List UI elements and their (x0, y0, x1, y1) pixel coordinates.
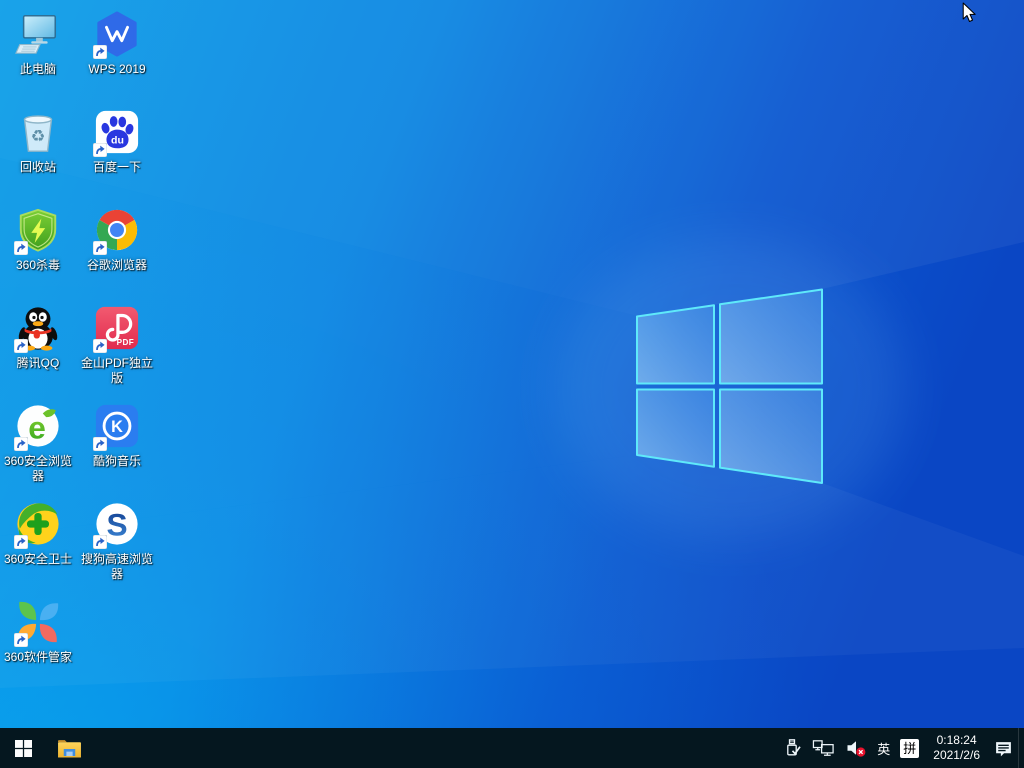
svg-text:e: e (28, 409, 46, 445)
svg-text:K: K (111, 418, 123, 436)
clock-date: 2021/2/6 (933, 748, 980, 763)
kingsoft-pdf-icon: PDF (93, 305, 141, 353)
kugou-music-icon: K (93, 403, 141, 451)
desktop-icon-tencent-qq[interactable]: 腾讯QQ (0, 304, 76, 371)
shortcut-arrow-icon (93, 241, 107, 255)
desktop-icon-kugou-music[interactable]: K 酷狗音乐 (78, 402, 156, 469)
network-icon[interactable] (807, 728, 840, 768)
clock-time: 0:18:24 (937, 733, 977, 748)
desktop-icon-label: 搜狗高速浏览器 (78, 552, 156, 582)
shortcut-arrow-icon (93, 143, 107, 157)
desktop-icon-chrome[interactable]: 谷歌浏览器 (78, 206, 156, 273)
desktop-icon-label: 金山PDF独立版 (78, 356, 156, 386)
desktop-icon-label: 酷狗音乐 (78, 454, 156, 469)
360-safeguard-icon (14, 501, 62, 549)
svg-text:PDF: PDF (117, 338, 135, 347)
desktop-icon-this-pc[interactable]: 此电脑 (0, 10, 76, 77)
desktop-icon-label: 谷歌浏览器 (78, 258, 156, 273)
shortcut-arrow-icon (14, 535, 28, 549)
desktop-icon-label: WPS 2019 (78, 62, 156, 77)
desktop-icon-label: 腾讯QQ (0, 356, 76, 371)
shortcut-arrow-icon (93, 45, 107, 59)
360-secure-browser-icon: e (14, 403, 62, 451)
desktop-icons: 此电脑 WPS 2019 ♻ 回收站 du 百度一下 360杀毒 谷歌浏览器 腾讯… (0, 0, 1024, 768)
desktop-icon-sogou-browser[interactable]: S 搜狗高速浏览器 (78, 500, 156, 582)
svg-text:♻: ♻ (31, 128, 46, 146)
shortcut-arrow-icon (14, 437, 28, 451)
360-software-manager-icon (14, 599, 62, 647)
desktop-icon-360-secure-browser[interactable]: e 360安全浏览器 (0, 402, 76, 484)
ime-pinyin-badge: 拼 (900, 739, 919, 758)
desktop-icon-label: 360安全卫士 (0, 552, 76, 567)
desktop-icon-label: 此电脑 (0, 62, 76, 77)
file-explorer-button[interactable] (46, 728, 92, 768)
baidu-icon: du (93, 109, 141, 157)
taskbar: 英 拼 0:18:24 2021/2/6 (0, 728, 1024, 768)
desktop-icon-kingsoft-pdf[interactable]: PDF 金山PDF独立版 (78, 304, 156, 386)
input-language-indicator[interactable]: 英 (872, 728, 895, 768)
chrome-icon (93, 207, 141, 255)
desktop-icon-wps-2019[interactable]: WPS 2019 (78, 10, 156, 77)
mouse-cursor (962, 2, 977, 24)
show-desktop-button[interactable] (1018, 728, 1024, 768)
shortcut-arrow-icon (14, 633, 28, 647)
taskbar-empty-area[interactable] (92, 728, 777, 768)
tencent-qq-icon (14, 305, 62, 353)
desktop-icon-360-safeguard[interactable]: 360安全卫士 (0, 500, 76, 567)
desktop-icon-label: 360软件管家 (0, 650, 76, 665)
svg-text:du: du (111, 135, 124, 147)
desktop-icon-360-software-manager[interactable]: 360软件管家 (0, 598, 76, 665)
desktop-icon-recycle-bin[interactable]: ♻ 回收站 (0, 108, 76, 175)
recycle-bin-icon: ♻ (14, 109, 62, 157)
desktop[interactable]: 此电脑 WPS 2019 ♻ 回收站 du 百度一下 360杀毒 谷歌浏览器 腾讯… (0, 0, 1024, 768)
desktop-icon-360-antivirus[interactable]: 360杀毒 (0, 206, 76, 273)
svg-text:S: S (106, 507, 127, 543)
360-antivirus-icon (14, 207, 62, 255)
windows-logo-icon (15, 740, 32, 757)
this-pc-icon (14, 11, 62, 59)
desktop-icon-label: 百度一下 (78, 160, 156, 175)
wps-2019-icon (93, 11, 141, 59)
shortcut-arrow-icon (93, 535, 107, 549)
start-button[interactable] (0, 728, 46, 768)
shortcut-arrow-icon (14, 339, 28, 353)
desktop-icon-label: 360杀毒 (0, 258, 76, 273)
desktop-icon-label: 360安全浏览器 (0, 454, 76, 484)
system-tray: 英 拼 0:18:24 2021/2/6 (777, 728, 1024, 768)
shortcut-arrow-icon (93, 437, 107, 451)
desktop-icon-label: 回收站 (0, 160, 76, 175)
desktop-icon-baidu[interactable]: du 百度一下 (78, 108, 156, 175)
ime-pinyin-indicator[interactable]: 拼 (895, 728, 924, 768)
shortcut-arrow-icon (14, 241, 28, 255)
action-center-icon[interactable] (989, 728, 1018, 768)
usb-safely-remove-icon[interactable] (777, 728, 807, 768)
folder-icon (57, 738, 82, 759)
shortcut-arrow-icon (93, 339, 107, 353)
taskbar-clock[interactable]: 0:18:24 2021/2/6 (924, 728, 989, 768)
sogou-browser-icon: S (93, 501, 141, 549)
volume-muted-icon[interactable] (840, 728, 872, 768)
